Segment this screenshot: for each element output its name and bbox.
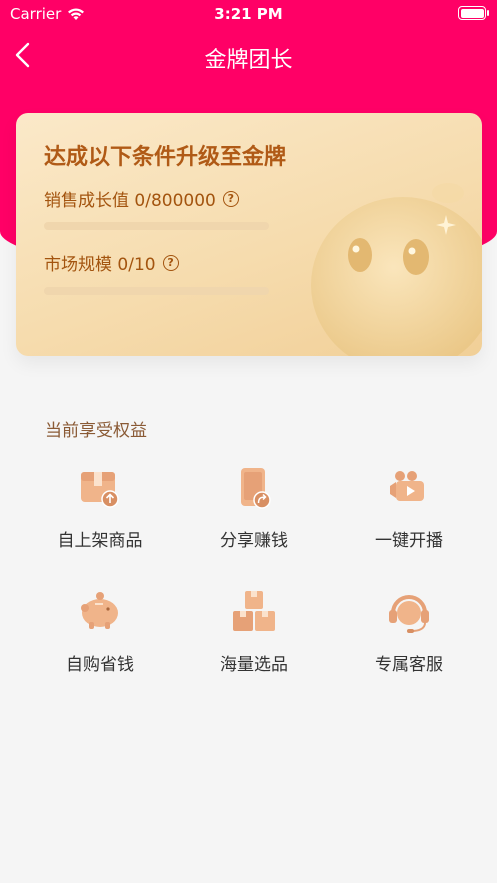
benefit-self-listing[interactable]: 自上架商品 xyxy=(17,462,183,551)
benefit-label: 一键开播 xyxy=(375,531,443,551)
benefits-section-title: 当前享受权益 xyxy=(45,421,147,441)
sales-growth-label: 销售成长值 0/800000 xyxy=(44,191,216,211)
upgrade-card: 达成以下条件升级至金牌 销售成长值 0/800000 ? 市场规模 0/10 ? xyxy=(16,113,482,356)
boxes-icon xyxy=(233,591,275,631)
sales-growth-condition: 销售成长值 0/800000 ? xyxy=(44,186,239,211)
market-scale-condition: 市场规模 0/10 ? xyxy=(44,250,179,275)
help-icon[interactable]: ? xyxy=(162,254,179,271)
sales-growth-progress-bar xyxy=(44,222,269,230)
benefit-label: 海量选品 xyxy=(220,655,288,675)
mascot-illustration xyxy=(311,183,482,356)
box-upload-icon xyxy=(81,472,119,508)
market-scale-label: 市场规模 0/10 xyxy=(44,255,156,275)
battery-icon xyxy=(458,6,489,20)
status-time: 3:21 PM xyxy=(214,5,283,23)
benefit-self-purchase-save[interactable]: 自购省钱 xyxy=(17,586,183,675)
phone-share-icon xyxy=(241,468,271,509)
status-bar: Carrier 3:21 PM xyxy=(0,0,497,30)
headset-icon xyxy=(389,595,429,633)
benefit-share-earn[interactable]: 分享赚钱 xyxy=(171,462,337,551)
benefit-label: 专属客服 xyxy=(375,655,443,675)
benefit-one-click-live[interactable]: 一键开播 xyxy=(326,462,492,551)
video-camera-icon xyxy=(390,471,424,501)
navigation-bar: 金牌团长 xyxy=(0,30,497,82)
benefit-label: 自购省钱 xyxy=(66,655,134,675)
help-icon[interactable]: ? xyxy=(222,190,239,207)
page-title: 金牌团长 xyxy=(204,48,293,73)
market-scale-progress-bar xyxy=(44,287,269,295)
benefit-label: 自上架商品 xyxy=(57,531,143,551)
benefit-massive-selection[interactable]: 海量选品 xyxy=(171,586,337,675)
piggy-bank-icon xyxy=(81,592,118,629)
benefit-exclusive-service[interactable]: 专属客服 xyxy=(326,586,492,675)
benefit-label: 分享赚钱 xyxy=(220,531,288,551)
upgrade-heading: 达成以下条件升级至金牌 xyxy=(44,145,287,170)
